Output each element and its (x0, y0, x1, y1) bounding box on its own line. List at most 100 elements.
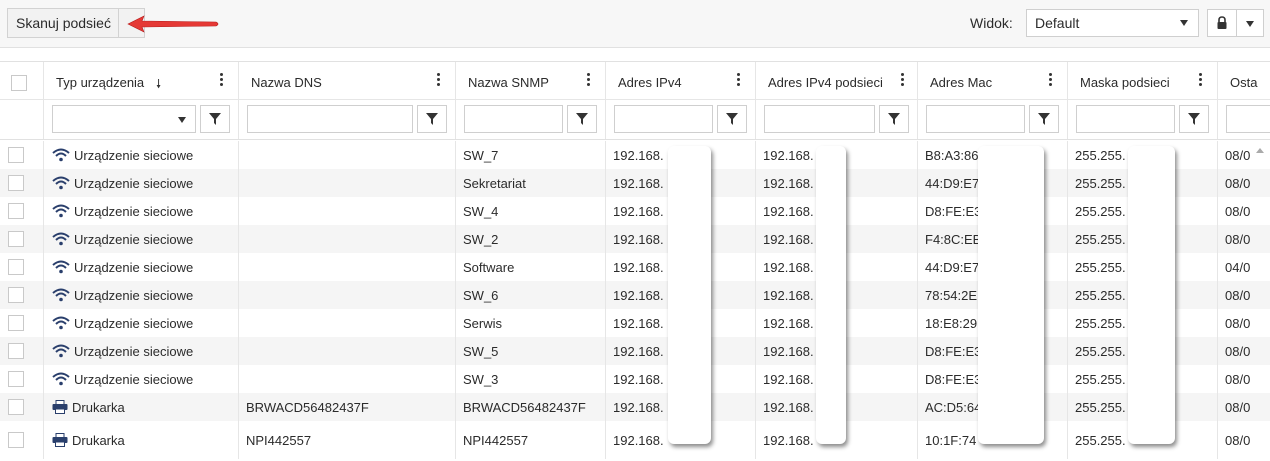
lock-dropdown-button[interactable] (1236, 9, 1264, 37)
table-row[interactable]: Urządzenie sieciowe SW_3 192.168. 192.168. D… (0, 365, 1270, 393)
subnet-ipv4-text: 192.168. (763, 432, 814, 448)
filter-icon (726, 113, 738, 125)
filter-button[interactable] (879, 105, 909, 133)
row-checkbox[interactable] (8, 371, 24, 387)
filter-button[interactable] (1179, 105, 1209, 133)
last-seen-cell: 08/0 (1225, 141, 1267, 169)
column-menu-icon[interactable] (220, 73, 224, 87)
filter-button[interactable] (417, 105, 447, 133)
dns-name-cell (246, 197, 453, 225)
row-checkbox[interactable] (8, 343, 24, 359)
table-row[interactable]: Urządzenie sieciowe Serwis 192.168. 192.168… (0, 309, 1270, 337)
column-menu-icon[interactable] (1049, 73, 1053, 87)
chevron-down-icon (178, 117, 186, 123)
device-type-filter-select[interactable] (52, 105, 196, 133)
column-menu-icon[interactable] (737, 73, 741, 87)
header-dns-name[interactable]: Nazwa DNS (239, 62, 456, 99)
device-type-cell: Urządzenie sieciowe (52, 141, 237, 169)
header-subnet-ipv4[interactable]: Adres IPv4 podsieci (756, 62, 918, 99)
table-row[interactable]: Drukarka BRWACD56482437F BRWACD56482437F 19… (0, 393, 1270, 421)
snmp-filter-input[interactable] (464, 105, 563, 133)
device-type-cell: Urządzenie sieciowe (52, 197, 237, 225)
snmp-name-cell: SW_7 (463, 141, 603, 169)
mac-text: 44:D9:E7 (925, 175, 980, 191)
row-checkbox[interactable] (8, 399, 24, 415)
header-ipv4[interactable]: Adres IPv4 (606, 62, 756, 99)
table-row[interactable]: Drukarka NPI442557 NPI442557 192.168. 192.16… (0, 421, 1270, 459)
table-row[interactable]: Urządzenie sieciowe Sekretariat 192.168. 19… (0, 169, 1270, 197)
table-row[interactable]: Urządzenie sieciowe SW_7 192.168. 192.168. B… (0, 141, 1270, 169)
last-seen-cell: 04/0 (1225, 253, 1267, 281)
subnet-mask-text: 255.255. (1075, 371, 1126, 387)
sort-down-icon[interactable]: 🠗 (156, 75, 161, 96)
view-select[interactable]: Default (1026, 9, 1199, 37)
subnet-ipv4-text: 192.168. (763, 175, 814, 191)
row-checkbox[interactable] (8, 175, 24, 191)
wifi-icon (52, 232, 70, 246)
mac-text: AC:D5:64 (925, 399, 982, 415)
column-label: Nazwa SNMP (468, 75, 549, 90)
dns-name-cell (246, 365, 453, 393)
dns-filter-input[interactable] (247, 105, 413, 133)
filter-icon (576, 113, 588, 125)
subnet-mask-text: 255.255. (1075, 259, 1126, 275)
snmp-name-text: SW_5 (463, 343, 499, 359)
device-type-text: Urządzenie sieciowe (74, 287, 194, 303)
device-type-text: Urządzenie sieciowe (74, 259, 194, 275)
subnet-mask-text: 255.255. (1075, 203, 1126, 219)
row-checkbox[interactable] (8, 231, 24, 247)
header-snmp-name[interactable]: Nazwa SNMP (456, 62, 606, 99)
header-mac[interactable]: Adres Mac (918, 62, 1068, 99)
row-checkbox[interactable] (8, 203, 24, 219)
mac-text: 78:54:2E (925, 287, 978, 303)
printer-icon (52, 400, 68, 414)
header-subnet-mask[interactable]: Maska podsieci (1068, 62, 1218, 99)
filter-button[interactable] (567, 105, 597, 133)
ipv4-filter-input[interactable] (614, 105, 713, 133)
table-row[interactable]: Urządzenie sieciowe SW_5 192.168. 192.168. D… (0, 337, 1270, 365)
snmp-name-cell: BRWACD56482437F (463, 393, 603, 421)
row-checkbox[interactable] (8, 432, 24, 448)
mac-text: 18:E8:29 (925, 315, 978, 331)
row-checkbox[interactable] (8, 287, 24, 303)
filter-button[interactable] (200, 105, 230, 133)
filter-button[interactable] (1029, 105, 1059, 133)
subnet-mask-text: 255.255. (1075, 147, 1126, 163)
column-menu-icon[interactable] (1199, 73, 1203, 87)
column-menu-icon[interactable] (901, 73, 905, 87)
filter-subnet (756, 100, 918, 139)
snmp-name-cell: Software (463, 253, 603, 281)
header-device-type[interactable]: Typ urządzenia 🠗 (44, 62, 239, 99)
last-seen-text: 08/0 (1225, 203, 1251, 219)
column-menu-icon[interactable] (437, 73, 441, 87)
row-checkbox[interactable] (8, 147, 24, 163)
view-select-value: Default (1035, 15, 1080, 31)
lock-button[interactable] (1207, 9, 1237, 37)
table-row[interactable]: Urządzenie sieciowe SW_2 192.168. 192.168. F… (0, 225, 1270, 253)
column-label: Adres Mac (930, 75, 993, 90)
mac-filter-input[interactable] (926, 105, 1025, 133)
row-checkbox[interactable] (8, 259, 24, 275)
table-row[interactable]: Urządzenie sieciowe Software 192.168. 192.1… (0, 253, 1270, 281)
last-filter-input[interactable] (1226, 105, 1270, 133)
redaction-box (978, 146, 1044, 444)
column-menu-icon[interactable] (587, 73, 591, 87)
select-all-checkbox[interactable] (11, 75, 27, 91)
snmp-name-text: SW_2 (463, 231, 499, 247)
ipv4-text: 192.168. (613, 371, 664, 387)
row-checkbox[interactable] (8, 315, 24, 331)
mask-filter-input[interactable] (1076, 105, 1175, 133)
dns-name-cell (246, 169, 453, 197)
filter-button[interactable] (717, 105, 747, 133)
last-seen-text: 08/0 (1225, 399, 1251, 415)
table-row[interactable]: Urządzenie sieciowe SW_4 192.168. 192.168. D… (0, 197, 1270, 225)
subnet-filter-input[interactable] (764, 105, 875, 133)
mac-text: D8:FE:E3 (925, 343, 982, 359)
header-last[interactable]: Osta (1218, 62, 1270, 99)
device-type-text: Urządzenie sieciowe (74, 147, 194, 163)
table-row[interactable]: Urządzenie sieciowe SW_6 192.168. 192.168. 7… (0, 281, 1270, 309)
last-seen-text: 08/0 (1225, 315, 1251, 331)
scroll-up-icon[interactable] (1256, 148, 1264, 153)
red-arrow-annotation-icon (127, 15, 219, 33)
last-seen-cell: 08/0 (1225, 421, 1267, 459)
